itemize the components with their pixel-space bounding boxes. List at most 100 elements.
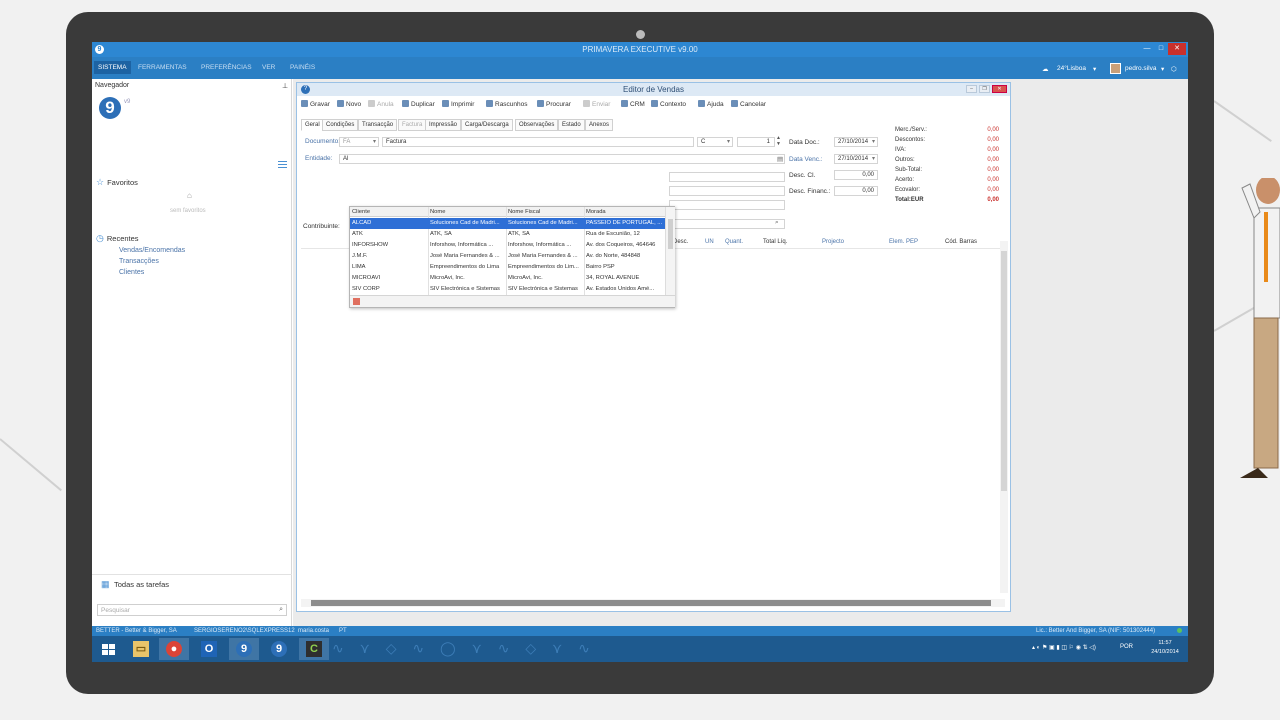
favorites-header[interactable]: ☆ Favoritos xyxy=(96,177,138,188)
search-icon[interactable]: ⌕ xyxy=(775,219,779,227)
desc-financ-field[interactable]: 0,00 xyxy=(834,186,878,196)
tab-impressao[interactable]: Impressão xyxy=(425,119,462,131)
pin-icon[interactable]: ⊥ xyxy=(282,82,288,90)
list-icon[interactable]: ▤ xyxy=(777,155,783,163)
recent-item-transaccoes[interactable]: Transacções xyxy=(119,258,159,265)
scene: 9 PRIMAVERA EXECUTIVE v9.00 — □ ✕ SISTEM… xyxy=(0,0,1280,720)
grid-icon: ▦ xyxy=(101,579,110,589)
menu-ver[interactable]: VER xyxy=(262,64,275,71)
data-venc-field[interactable]: 27/10/2014 ▾ xyxy=(834,154,878,164)
tab-geral[interactable]: Geral xyxy=(301,119,324,131)
list-item[interactable]: SIV CORP SIV Electrónica e Sistemas SIV El… xyxy=(350,284,665,294)
address-field[interactable] xyxy=(669,172,785,182)
taskbar-primavera[interactable]: 9 xyxy=(229,638,259,660)
maximize-icon[interactable]: □ xyxy=(1154,43,1168,55)
list-item[interactable]: ALCAD Soluciones Cad de Madri... Solucione… xyxy=(350,218,665,229)
tab-observacoes[interactable]: Observações xyxy=(515,119,559,131)
system-clock[interactable]: 11:57 24/10/2014 xyxy=(1144,639,1186,657)
recent-item-clientes[interactable]: Clientes xyxy=(119,269,144,276)
minimize-icon[interactable]: — xyxy=(1140,43,1154,55)
menu-sistema[interactable]: SISTEMA xyxy=(94,61,131,74)
minimize-icon[interactable]: – xyxy=(966,85,977,93)
col-desc[interactable]: Desc. xyxy=(673,239,688,245)
help-icon[interactable]: ⬡ xyxy=(1171,65,1177,73)
tab-transaccao[interactable]: Transacção xyxy=(358,119,398,131)
star-icon: ☆ xyxy=(96,177,105,187)
search-button[interactable]: Procurar xyxy=(537,100,571,108)
contribuinte-field[interactable] xyxy=(669,219,785,229)
send-button[interactable]: Enviar xyxy=(583,100,610,108)
list-item[interactable]: MICROAVI MicroAvi, Inc. MicroAvi, Inc. 34, … xyxy=(350,273,665,284)
menu-preferencias[interactable]: PREFERÊNCIAS xyxy=(201,64,252,71)
all-tasks-button[interactable]: ▦ Todas as tarefas xyxy=(92,574,292,592)
desc-cl-field[interactable]: 0,00 xyxy=(834,170,878,180)
menu-icon[interactable] xyxy=(278,161,287,170)
windows-taskbar: ∿ ⋎ ◇ ∿ ◯ ⋎ ∿ ◇ ⋎ ∿ ▭ ● O 9 9 C ▴ ◐ ⚑ ▣ … xyxy=(92,636,1188,662)
tab-condicoes[interactable]: Condições xyxy=(322,119,359,131)
numero-field[interactable]: 1 xyxy=(737,137,775,147)
tab-factura[interactable]: Factura xyxy=(398,119,427,131)
tab-estado[interactable]: Estado xyxy=(558,119,585,131)
close-icon[interactable]: ✕ xyxy=(992,85,1007,93)
cancel-doc-button[interactable]: Anula xyxy=(368,100,394,108)
taskbar-camtasia[interactable]: C xyxy=(299,638,329,660)
navigator-search-input[interactable]: Pesquisar ⌕ xyxy=(97,604,287,616)
address-field-2[interactable] xyxy=(669,186,785,196)
chevron-down-icon[interactable]: ▾ xyxy=(1093,65,1096,73)
stepper-icon[interactable]: ▲ ▼ xyxy=(776,135,781,147)
col-morada[interactable]: Morada xyxy=(586,209,664,215)
avatar[interactable] xyxy=(1110,63,1121,74)
new-button[interactable]: Novo xyxy=(337,100,361,108)
chevron-down-icon[interactable]: ▾ xyxy=(1161,65,1164,73)
drafts-button[interactable]: Rascunhos xyxy=(486,100,528,108)
print-button[interactable]: Imprimir xyxy=(442,100,474,108)
data-doc-field[interactable]: 27/10/2014 ▾ xyxy=(834,137,878,147)
taskbar-outlook[interactable]: O xyxy=(194,638,224,660)
documento-code-field[interactable]: FA ▾ xyxy=(339,137,379,147)
input-language[interactable]: POR xyxy=(1120,644,1133,650)
col-projecto[interactable]: Projecto xyxy=(822,239,844,245)
col-nome[interactable]: Nome xyxy=(430,209,506,215)
col-elem-pep[interactable]: Elem. PEP xyxy=(889,239,918,245)
vertical-scrollbar[interactable] xyxy=(1000,241,1008,593)
horizontal-scrollbar[interactable] xyxy=(301,599,1005,607)
col-total-liq[interactable]: Total Líq. xyxy=(763,239,787,245)
recent-header[interactable]: ◷ Recentes xyxy=(96,233,139,244)
user-name[interactable]: pedro.silva xyxy=(1125,65,1156,72)
col-cliente[interactable]: Cliente xyxy=(352,209,428,215)
list-item[interactable]: INFORSHOW Inforshow, Informática ... Infor… xyxy=(350,240,665,251)
col-quant[interactable]: Quant. xyxy=(725,239,743,245)
col-nome-fiscal[interactable]: Nome Fiscal xyxy=(508,209,584,215)
weather-location[interactable]: 24°Lisboa xyxy=(1057,65,1086,72)
list-item[interactable]: LIMA Empreendimentos do Lima Empreendiment… xyxy=(350,262,665,273)
col-cod-barras[interactable]: Cód. Barras xyxy=(945,239,977,245)
dropdown-scrollbar[interactable] xyxy=(665,207,675,295)
list-item[interactable]: J.M.F. José Maria Fernandes & ... José Mar… xyxy=(350,251,665,262)
cancel-button[interactable]: Cancelar xyxy=(731,100,766,108)
help-button[interactable]: Ajuda xyxy=(698,100,724,108)
crm-button[interactable]: CRM xyxy=(621,100,645,108)
menu-ferramentas[interactable]: FERRAMENTAS xyxy=(138,64,187,71)
close-dropdown-icon[interactable] xyxy=(353,298,360,305)
serie-select[interactable]: C ▾ xyxy=(697,137,733,147)
search-icon[interactable]: ⌕ xyxy=(279,606,283,614)
menu-paineis[interactable]: PAINÉIS xyxy=(290,64,315,71)
taskbar-primavera-2[interactable]: 9 xyxy=(264,638,294,660)
taskbar-explorer[interactable]: ▭ xyxy=(126,638,156,660)
total-row: Descontos: 0,00 xyxy=(895,137,999,143)
address-field-3[interactable] xyxy=(669,200,785,210)
tray-icons[interactable]: ▴ ◐ ⚑ ▣ ▮ ◫ ⚐ ◉ ⇅ ◁) xyxy=(1032,644,1096,651)
save-button[interactable]: Gravar xyxy=(301,100,330,108)
taskbar-chrome[interactable]: ● xyxy=(159,638,189,660)
recent-item-vendas[interactable]: Vendas/Encomendas xyxy=(119,247,185,254)
close-icon[interactable]: ✕ xyxy=(1168,43,1186,55)
entidade-input[interactable]: Al xyxy=(339,154,785,164)
restore-icon[interactable]: ❐ xyxy=(979,85,990,93)
tab-anexos[interactable]: Anexos xyxy=(585,119,614,131)
start-button[interactable] xyxy=(94,638,124,660)
col-un[interactable]: UN xyxy=(705,239,714,245)
context-button[interactable]: Contexto xyxy=(651,100,686,108)
list-item[interactable]: ATK ATK, SA ATK, SA Rua de Escunião, 12 xyxy=(350,229,665,240)
duplicate-button[interactable]: Duplicar xyxy=(402,100,435,108)
tab-carga-descarga[interactable]: Carga/Descarga xyxy=(461,119,513,131)
